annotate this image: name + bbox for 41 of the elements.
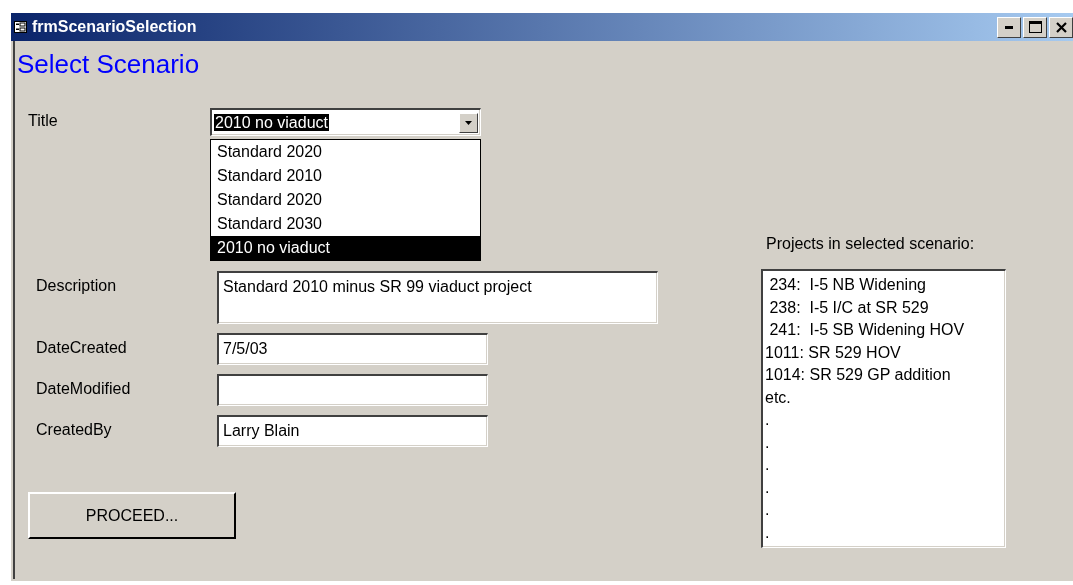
dropdown-option[interactable]: 2010 no viaduct xyxy=(211,236,480,260)
project-line: . xyxy=(765,477,771,498)
maximize-icon xyxy=(1028,21,1042,33)
title-combo-box[interactable]: 2010 no viaduct xyxy=(210,108,481,136)
project-line: . xyxy=(765,522,771,543)
project-line: 1014: SR 529 GP addition xyxy=(765,365,952,385)
dropdown-option[interactable]: Standard 2020 xyxy=(211,188,480,212)
minimize-icon xyxy=(1005,25,1013,29)
projects-label: Projects in selected scenario: xyxy=(766,235,976,253)
proceed-button[interactable]: PROCEED... xyxy=(28,492,236,539)
close-icon xyxy=(1055,21,1067,33)
window-title: frmScenarioSelection xyxy=(32,18,198,36)
project-line: . xyxy=(765,410,771,430)
description-field[interactable]: Standard 2010 minus SR 99 viaduct project xyxy=(217,271,658,324)
minimize-button[interactable] xyxy=(997,16,1021,38)
input-field[interactable] xyxy=(217,374,488,406)
project-line: 234: I-5 NB Widening xyxy=(768,275,927,295)
project-line: 241: I-5 SB Widening HOV xyxy=(768,320,966,340)
project-line: . xyxy=(765,455,771,475)
input-field[interactable]: Larry Blain xyxy=(217,415,488,447)
project-line: . xyxy=(765,432,771,453)
project-line: etc. xyxy=(765,387,792,408)
dropdown-option[interactable]: Standard 2030 xyxy=(211,212,480,236)
input-field[interactable]: 7/5/03 xyxy=(217,333,488,365)
maximize-button[interactable] xyxy=(1023,16,1047,38)
close-button[interactable] xyxy=(1049,16,1073,38)
field-label: CreatedBy xyxy=(36,420,113,439)
project-line: 1011: SR 529 HOV xyxy=(765,342,902,363)
dropdown-button[interactable] xyxy=(459,112,478,133)
form-icon xyxy=(14,21,27,33)
dropdown-option[interactable]: Standard 2010 xyxy=(211,164,480,188)
combo-value: 2010 no viaduct xyxy=(214,113,329,131)
field-label: Description xyxy=(36,276,118,295)
dropdown-option[interactable]: Standard 2020 xyxy=(211,140,480,164)
field-label: DateCreated xyxy=(36,338,128,357)
project-line: 238: I-5 I/C at SR 529 xyxy=(768,297,930,318)
field-label: Title xyxy=(28,111,59,131)
caret-icon xyxy=(465,120,472,125)
field-label: DateModified xyxy=(36,379,132,398)
form-heading: Select Scenario xyxy=(17,49,201,79)
project-line: . xyxy=(765,500,771,520)
